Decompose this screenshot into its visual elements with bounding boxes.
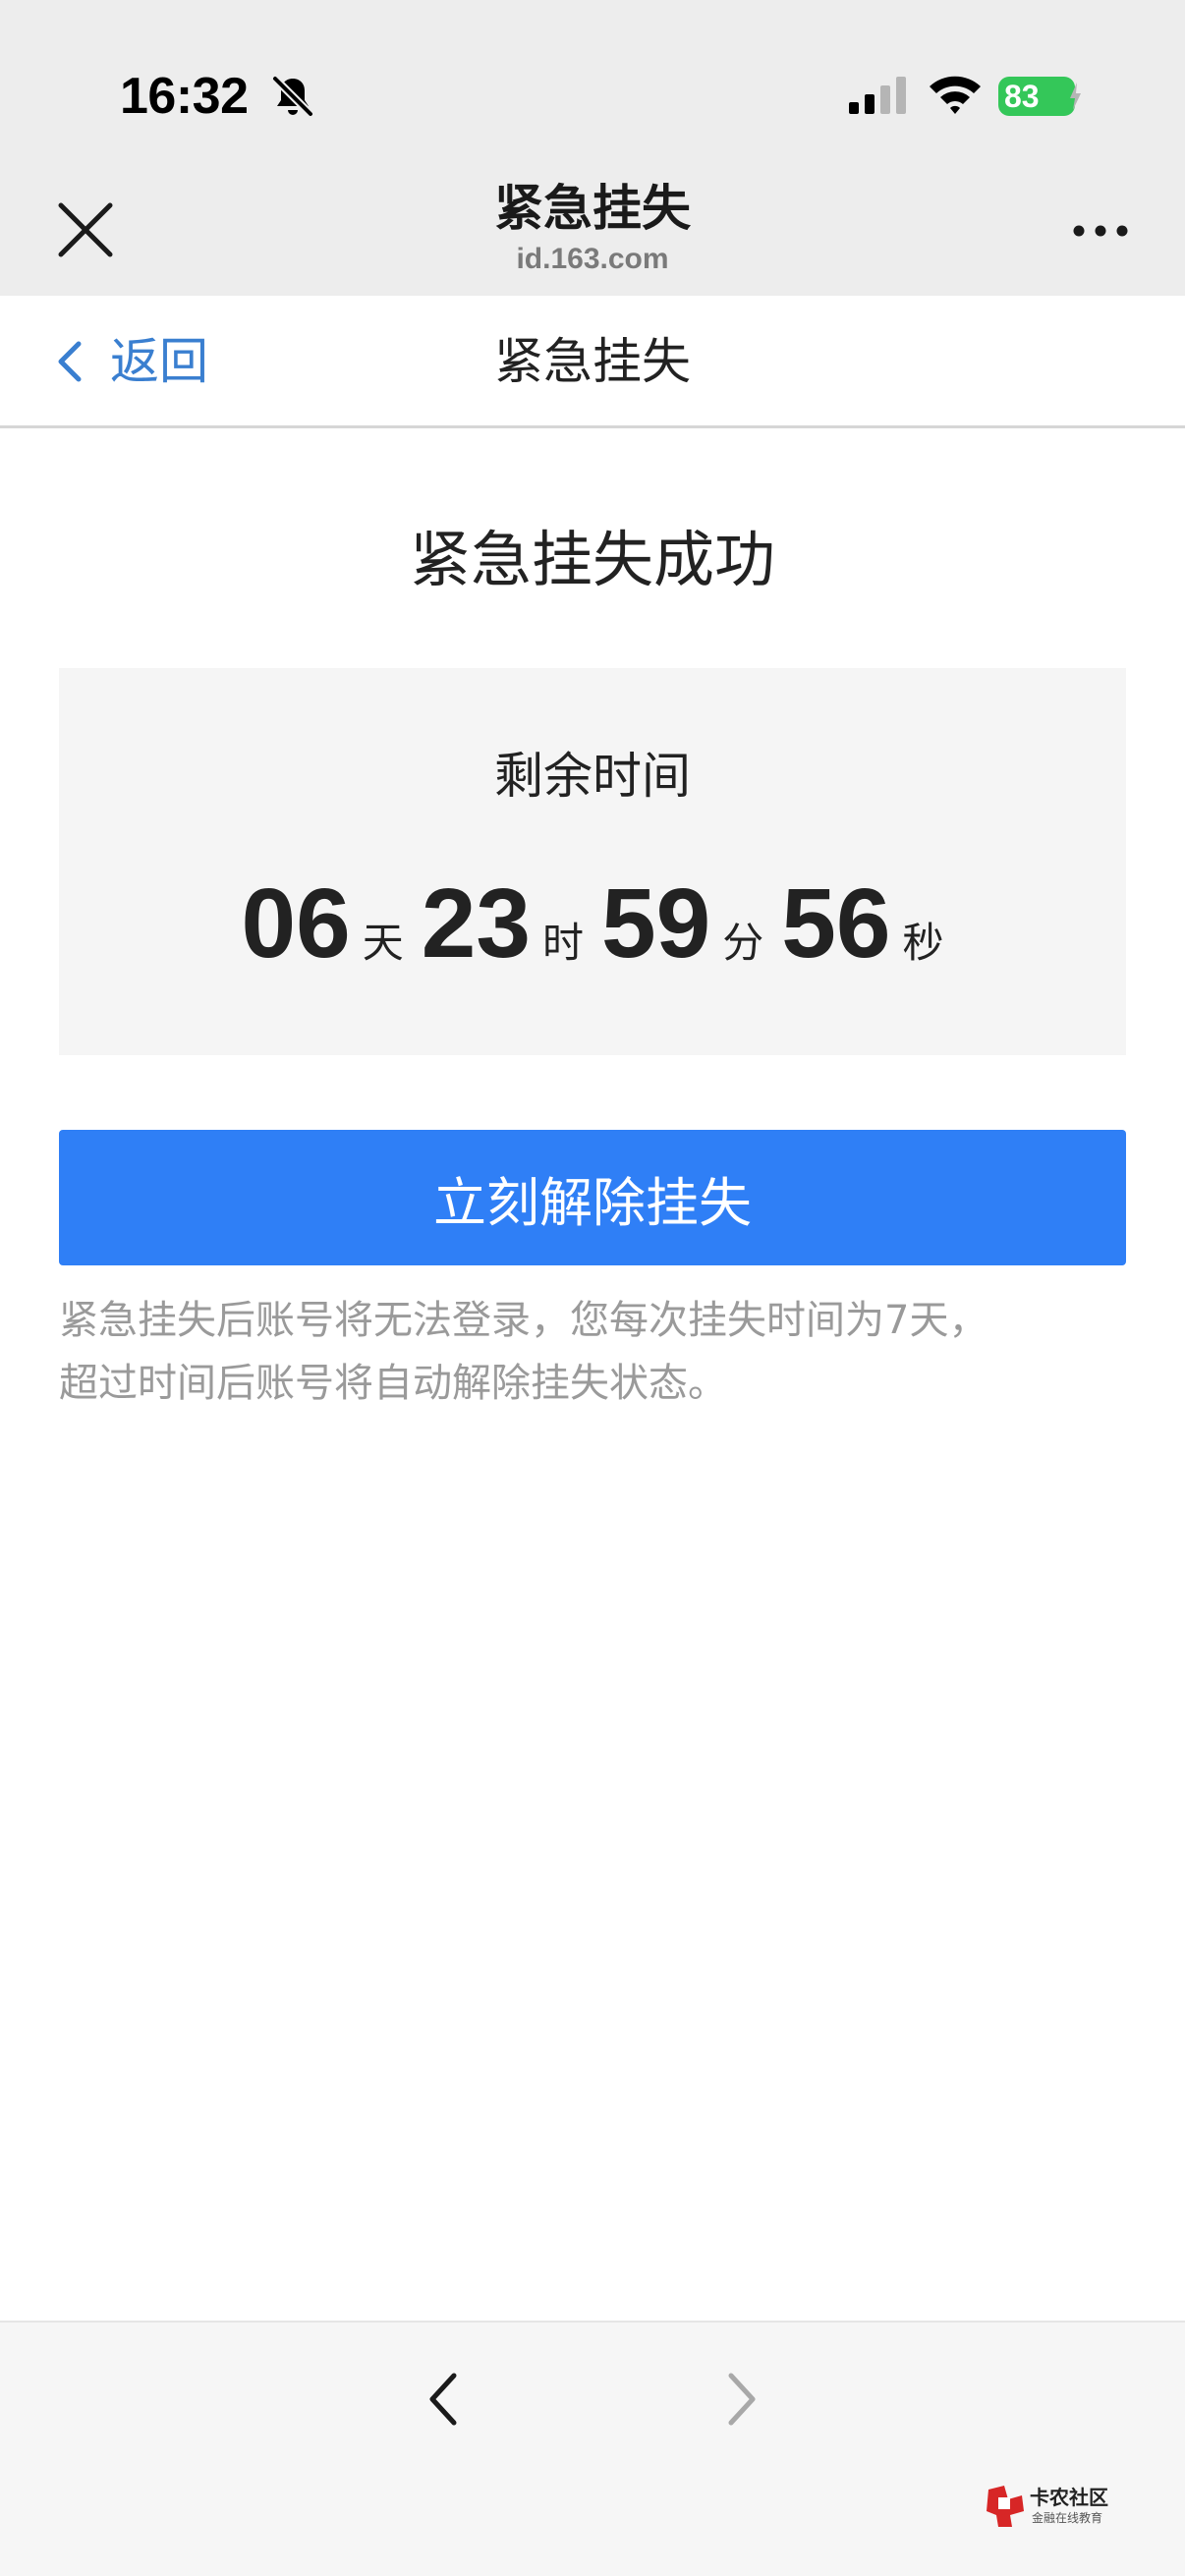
watermark-subtitle: 金融在线教育 [1032,2511,1103,2525]
wifi-icon [930,76,981,114]
countdown-seconds-unit: 秒 [902,919,944,967]
countdown-minutes-unit: 分 [722,919,764,967]
battery-charging-icon [1070,83,1081,110]
status-time: 16:32 [120,68,249,125]
page-navbar: 返回 紧急挂失 [0,296,1185,428]
notice-line-2: 超过时间后账号将自动解除挂失状态。 [59,1361,727,1406]
more-icon[interactable] [1071,218,1130,244]
notice-text: 紧急挂失后账号将无法登录，您每次挂失时间为7天， 超过时间后账号将自动解除挂失状… [59,1289,1130,1415]
bell-slash-icon [272,76,313,117]
countdown-card [59,668,1126,1055]
countdown-minutes: 59 [601,868,711,979]
countdown-days: 06 [241,868,351,979]
page-title: 紧急挂失 [494,333,691,390]
back-label: 返回 [110,333,208,390]
countdown-timer: 06 天 23 时 59 分 56 秒 [0,865,1185,982]
battery-indicator: 83 [998,77,1075,116]
browser-url: id.163.com [516,243,669,275]
remaining-time-label: 剩余时间 [494,748,691,805]
cellular-signal-icon [849,77,906,114]
page: 16:32 83 紧急挂失 id.163.com 返回 紧急挂失 紧急挂失成功 … [0,0,1185,2576]
bottom-toolbar [0,2321,1185,2576]
notice-line-1: 紧急挂失后账号将无法登录，您每次挂失时间为7天， [59,1298,988,1343]
countdown-hours-unit: 时 [541,919,584,967]
watermark-title: 卡农社区 [1030,2486,1108,2509]
unlock-account-button[interactable]: 立刻解除挂失 [59,1130,1126,1265]
back-button[interactable]: 返回 [55,329,242,394]
chevron-left-icon [58,341,82,382]
countdown-seconds: 56 [781,868,891,979]
countdown-hours: 23 [421,868,531,979]
browser-title: 紧急挂失 [494,180,691,237]
close-icon[interactable] [57,201,114,258]
success-heading: 紧急挂失成功 [409,524,775,595]
back-arrow-icon[interactable] [421,2370,468,2429]
forward-arrow-icon [728,2373,756,2426]
countdown-days-unit: 天 [362,919,404,967]
